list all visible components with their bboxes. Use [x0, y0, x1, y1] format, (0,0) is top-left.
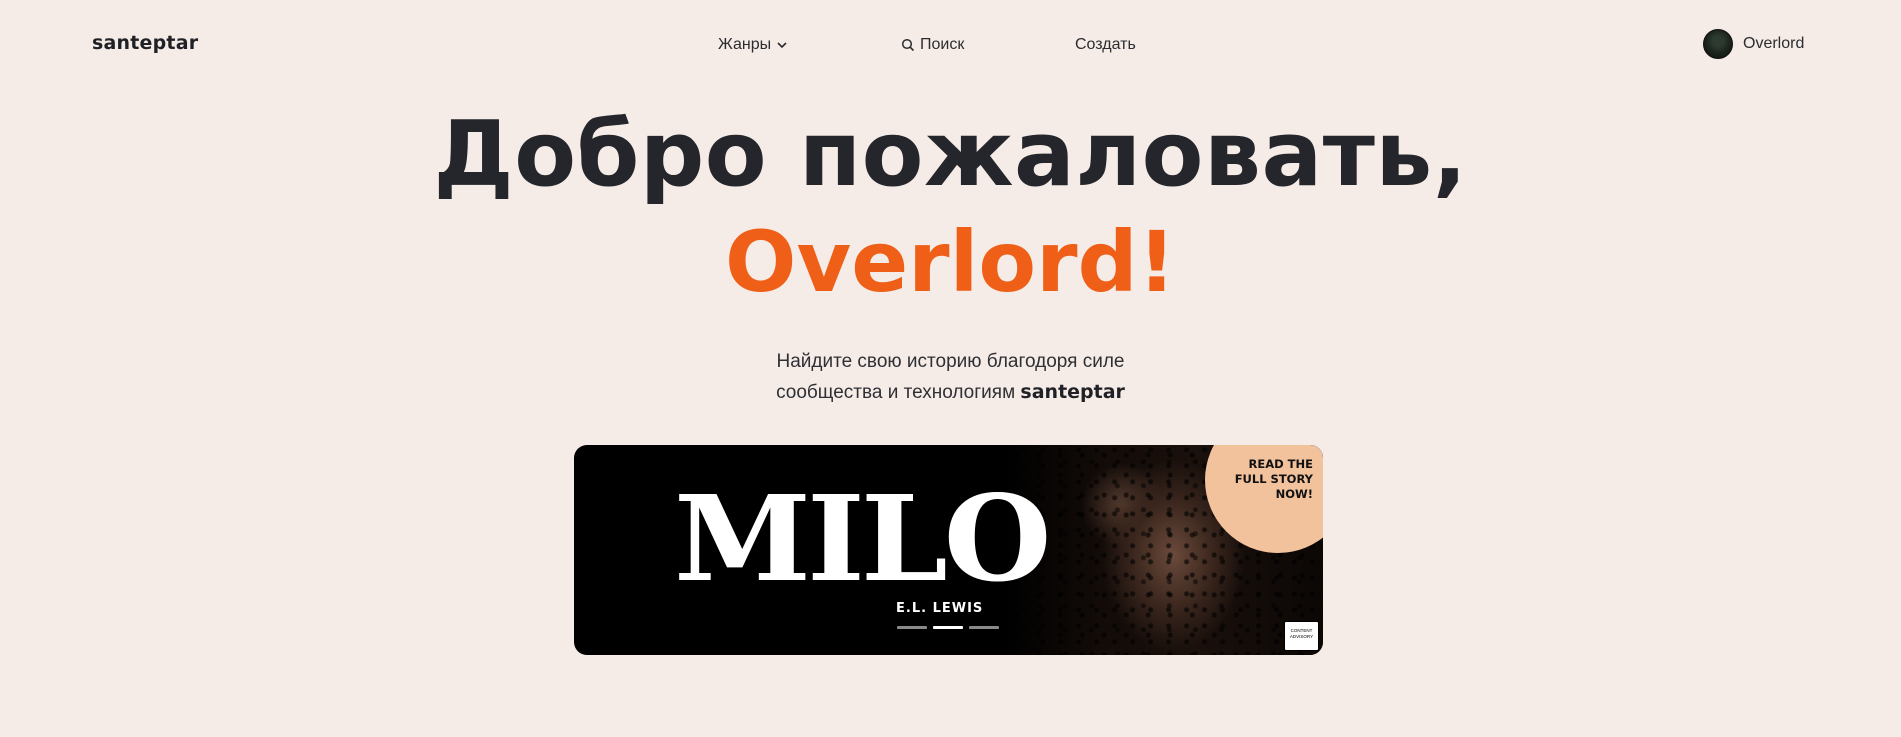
- banner-author: E.L. LEWIS: [896, 601, 984, 616]
- nav-genres-label: Жанры: [718, 36, 772, 53]
- advisory-line-2: ADVISORY: [1289, 634, 1314, 639]
- badge-line-1: READ THE: [1248, 457, 1314, 471]
- banner-title: MILO: [674, 469, 1052, 608]
- badge-line-2: FULL STORY: [1234, 472, 1313, 486]
- search-icon: [901, 38, 915, 52]
- carousel-dot-1[interactable]: [897, 626, 927, 629]
- carousel-dot-2[interactable]: [933, 626, 963, 629]
- nav-genres-dropdown[interactable]: Жанры: [718, 36, 788, 54]
- nav-search-label: Поиск: [920, 36, 965, 53]
- nav-create-link[interactable]: Создать: [1075, 36, 1136, 54]
- tagline: Найдите свою историю благодоря силе сооб…: [0, 347, 1901, 408]
- carousel-indicators: [897, 626, 999, 629]
- chevron-down-icon: [777, 42, 787, 49]
- read-now-badge-text: READ THE FULL STORY NOW!: [1223, 457, 1313, 502]
- nav-create-label: Создать: [1075, 36, 1136, 53]
- site-logo[interactable]: santeptar: [92, 32, 198, 54]
- tagline-line2: сообщества и технологиям: [776, 382, 1016, 403]
- content-advisory-label: CONTENT ADVISORY: [1284, 621, 1319, 651]
- user-name: Overlord: [1743, 35, 1805, 52]
- nav-search-button[interactable]: Поиск: [901, 36, 964, 54]
- user-menu[interactable]: Overlord: [1703, 29, 1804, 59]
- welcome-username: Overlord!: [725, 213, 1176, 311]
- tagline-line1: Найдите свою историю благодоря силе: [776, 351, 1125, 372]
- badge-line-3: NOW!: [1275, 487, 1313, 501]
- avatar[interactable]: [1703, 29, 1733, 59]
- carousel-dot-3[interactable]: [969, 626, 999, 629]
- featured-story-banner[interactable]: MILO E.L. LEWIS READ THE FULL STORY NOW!…: [574, 445, 1323, 655]
- top-nav: santeptar Жанры Поиск Создать Overlord: [0, 0, 1901, 90]
- advisory-line-1: CONTENT: [1290, 628, 1313, 633]
- tagline-brand: santeptar: [1020, 381, 1125, 403]
- welcome-heading: Добро пожаловать,: [433, 102, 1468, 207]
